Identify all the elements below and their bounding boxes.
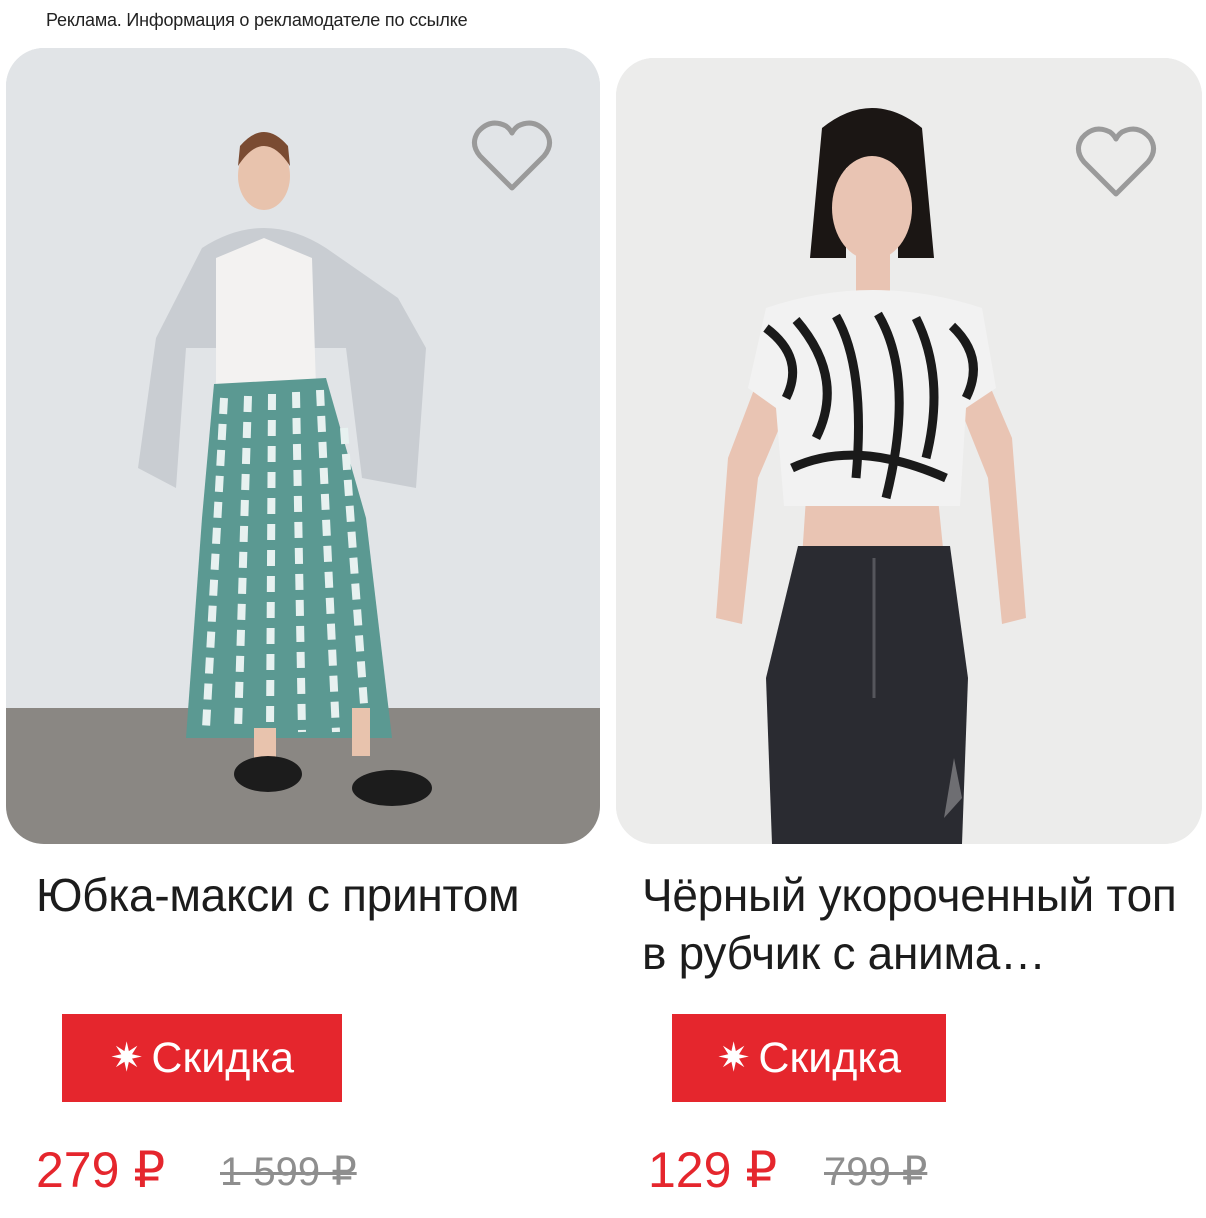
old-price: 1 599 ₽ [220, 1150, 357, 1194]
discount-badge[interactable]: ✷ Скидка [62, 1014, 342, 1102]
discount-badge-label: Скидка [151, 1033, 295, 1082]
favorite-button[interactable] [470, 118, 554, 194]
product-card-skirt[interactable]: Юбка-макси с принтом ✷ Скидка 279 ₽ 1 59… [0, 0, 600, 1218]
star-burst-icon: ✷ [109, 1036, 144, 1080]
current-price: 279 ₽ [36, 1142, 166, 1198]
discount-badge-label: Скидка [758, 1033, 902, 1082]
product-card-top[interactable]: Чёрный укороченный топ в рубчик с анима…… [606, 0, 1206, 1218]
product-title[interactable]: Чёрный укороченный топ в рубчик с анима… [642, 866, 1202, 982]
star-burst-icon: ✷ [716, 1036, 751, 1080]
old-price: 799 ₽ [824, 1150, 928, 1194]
current-price: 129 ₽ [648, 1142, 778, 1198]
product-title[interactable]: Юбка-макси с принтом [36, 866, 556, 924]
favorite-button[interactable] [1074, 124, 1158, 200]
heart-outline-icon [472, 120, 552, 191]
heart-outline-icon [1076, 126, 1156, 197]
discount-badge[interactable]: ✷ Скидка [672, 1014, 946, 1102]
